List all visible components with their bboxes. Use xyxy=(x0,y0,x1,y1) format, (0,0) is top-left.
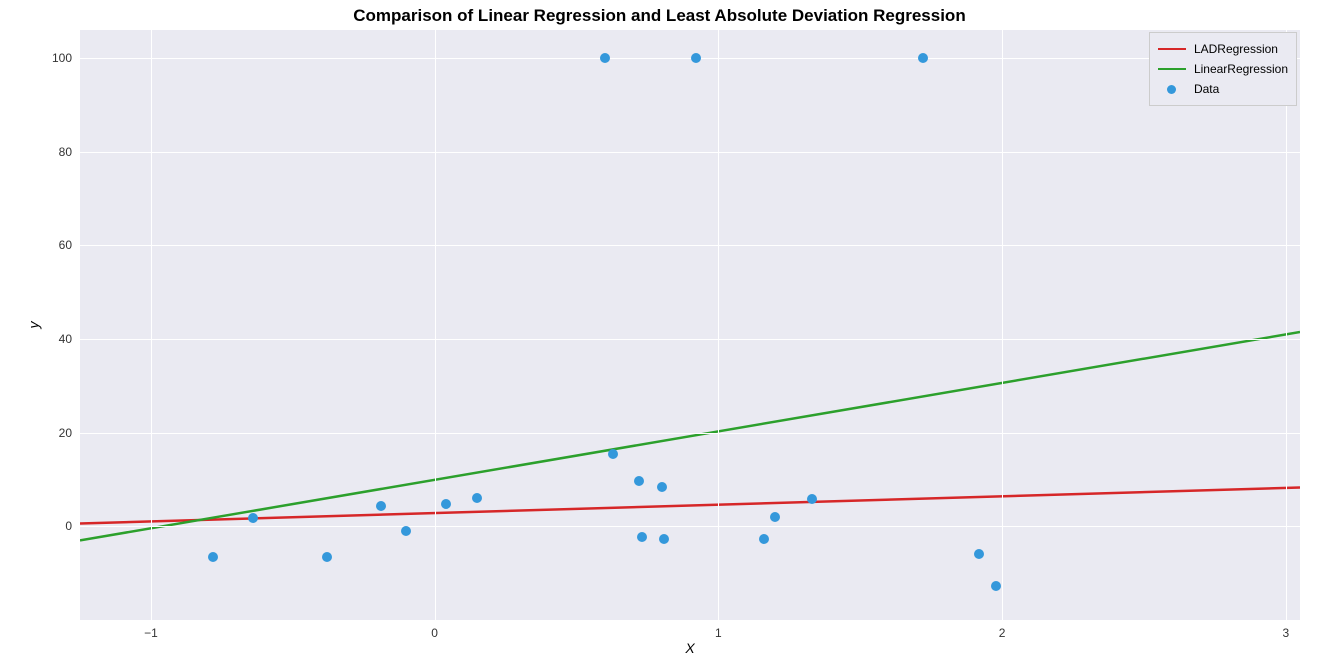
grid-line-vertical xyxy=(1002,30,1003,620)
grid-line-vertical xyxy=(435,30,436,620)
regression-lines xyxy=(80,30,1300,620)
data-point xyxy=(657,482,667,492)
legend-item: Data xyxy=(1158,79,1288,99)
plot-area xyxy=(80,30,1300,620)
data-point xyxy=(691,53,701,63)
x-tick-label: 3 xyxy=(1282,626,1289,640)
grid-line-horizontal xyxy=(80,433,1300,434)
data-point xyxy=(770,512,780,522)
grid-line-vertical xyxy=(151,30,152,620)
legend-line-swatch xyxy=(1158,48,1186,51)
y-axis-label: y xyxy=(26,322,42,329)
legend-item: LinearRegression xyxy=(1158,59,1288,79)
legend-label: Data xyxy=(1194,82,1219,96)
chart-container: Comparison of Linear Regression and Leas… xyxy=(0,0,1319,658)
data-point xyxy=(401,526,411,536)
legend-marker-swatch xyxy=(1158,85,1186,94)
data-point xyxy=(376,501,386,511)
data-point xyxy=(918,53,928,63)
y-tick-label: 40 xyxy=(59,332,72,346)
y-tick-label: 20 xyxy=(59,426,72,440)
data-point xyxy=(974,549,984,559)
y-tick-label: 80 xyxy=(59,145,72,159)
data-point xyxy=(441,499,451,509)
data-point xyxy=(807,494,817,504)
regression-line xyxy=(80,487,1300,523)
x-tick-label: −1 xyxy=(144,626,158,640)
regression-line xyxy=(80,332,1300,540)
grid-line-horizontal xyxy=(80,152,1300,153)
x-tick-label: 0 xyxy=(431,626,438,640)
x-tick-label: 2 xyxy=(999,626,1006,640)
x-tick-label: 1 xyxy=(715,626,722,640)
chart-title: Comparison of Linear Regression and Leas… xyxy=(0,6,1319,26)
data-point xyxy=(472,493,482,503)
y-tick-label: 100 xyxy=(52,51,72,65)
legend: LADRegression LinearRegression Data xyxy=(1149,32,1297,106)
data-point xyxy=(208,552,218,562)
data-point xyxy=(991,581,1001,591)
data-point xyxy=(659,534,669,544)
grid-line-vertical xyxy=(1286,30,1287,620)
legend-item: LADRegression xyxy=(1158,39,1288,59)
legend-label: LADRegression xyxy=(1194,42,1278,56)
y-tick-label: 0 xyxy=(65,519,72,533)
grid-line-vertical xyxy=(718,30,719,620)
y-tick-label: 60 xyxy=(59,238,72,252)
data-point xyxy=(248,513,258,523)
data-point xyxy=(600,53,610,63)
legend-line-swatch xyxy=(1158,68,1186,71)
x-axis-label: X xyxy=(685,640,694,656)
legend-label: LinearRegression xyxy=(1194,62,1288,76)
data-point xyxy=(608,449,618,459)
data-point xyxy=(634,476,644,486)
data-point xyxy=(322,552,332,562)
data-point xyxy=(637,532,647,542)
data-point xyxy=(759,534,769,544)
grid-line-horizontal xyxy=(80,526,1300,527)
grid-line-horizontal xyxy=(80,339,1300,340)
grid-line-horizontal xyxy=(80,245,1300,246)
